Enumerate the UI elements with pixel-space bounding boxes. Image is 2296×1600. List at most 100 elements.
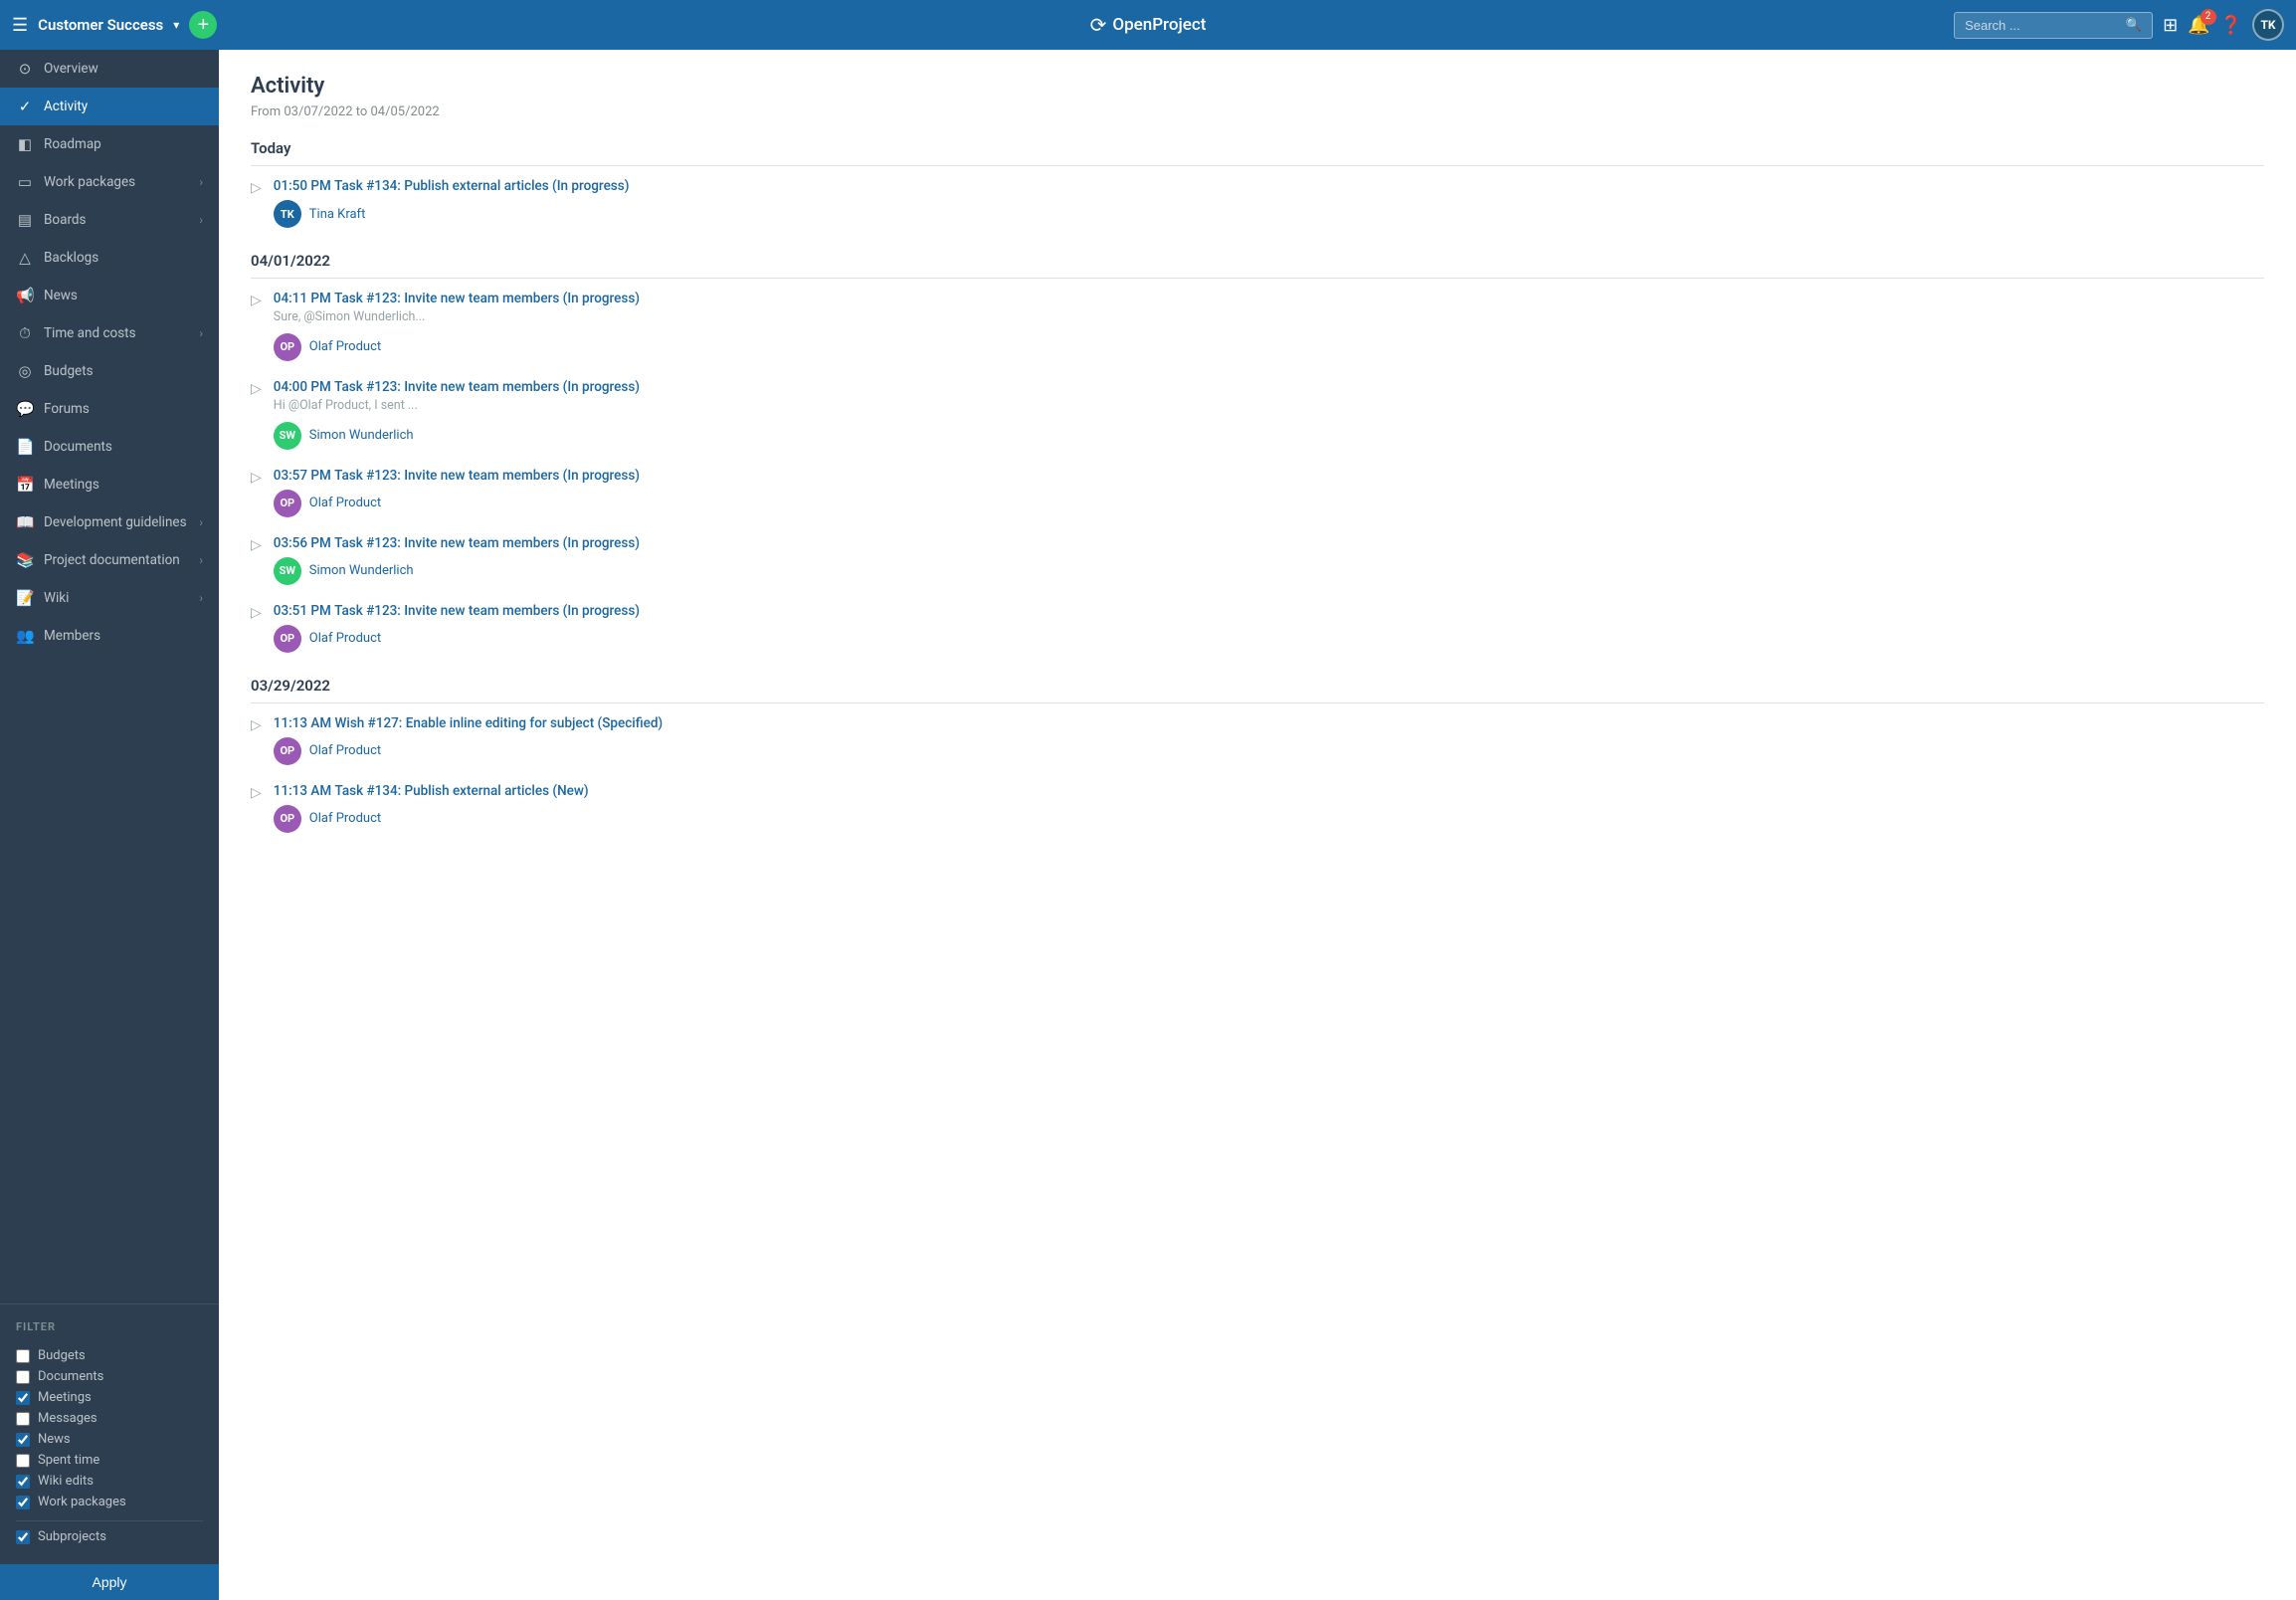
filter-item-messages[interactable]: Messages [16, 1408, 203, 1429]
filter-section: FILTER Budgets Documents Meetings Messag… [0, 1303, 219, 1564]
activity-line-item3: 04:00 PM Task #123: Invite new team memb… [274, 379, 2264, 395]
filter-checkbox-documents[interactable] [16, 1370, 30, 1384]
sidebar-item-backlogs[interactable]: △ Backlogs [0, 239, 219, 277]
filter-checkbox-messages[interactable] [16, 1412, 30, 1426]
activity-link-item5[interactable]: Task #123: Invite new team members (In p… [334, 535, 640, 551]
sidebar-label-overview: Overview [44, 61, 203, 77]
sidebar-item-members[interactable]: 👥 Members [0, 617, 219, 655]
add-button[interactable]: + [189, 11, 217, 39]
filter-label-budgets: Budgets [38, 1348, 86, 1363]
filter-checkbox-spent-time[interactable] [16, 1454, 30, 1468]
activity-user-item2: OP Olaf Product [274, 333, 2264, 361]
project-dropdown-icon[interactable]: ▾ [173, 18, 179, 32]
activity-preview-item3: Hi @Olaf Product, I sent ... [274, 397, 2264, 416]
user-name-item4[interactable]: Olaf Product [309, 496, 381, 510]
activity-link-item7[interactable]: Wish #127: Enable inline editing for sub… [335, 715, 664, 731]
subprojects-checkbox[interactable] [16, 1530, 30, 1544]
filter-item-documents[interactable]: Documents [16, 1366, 203, 1387]
sidebar-item-documents[interactable]: 📄 Documents [0, 428, 219, 466]
sidebar-item-time-and-costs[interactable]: ⏱ Time and costs › [0, 314, 219, 352]
app-name: OpenProject [1112, 15, 1206, 35]
sidebar-item-overview[interactable]: ⊙ Overview [0, 50, 219, 88]
activity-link-item4[interactable]: Task #123: Invite new team members (In p… [334, 468, 640, 484]
subprojects-item[interactable]: Subprojects [16, 1520, 203, 1548]
search-box[interactable]: 🔍 [1954, 12, 2153, 39]
sidebar-item-development-guidelines[interactable]: 📖 Development guidelines › [0, 503, 219, 541]
activity-link-item1[interactable]: Task #134: Publish external articles (In… [334, 178, 629, 194]
activity-line-item8: 11:13 AM Task #134: Publish external art… [274, 783, 2264, 799]
user-name-item5[interactable]: Simon Wunderlich [309, 563, 414, 578]
activity-user-item1: TK Tina Kraft [274, 200, 2264, 228]
activity-body-item5: 03:56 PM Task #123: Invite new team memb… [274, 535, 2264, 585]
activity-link-item2[interactable]: Task #123: Invite new team members (In p… [334, 291, 640, 306]
sidebar-item-meetings[interactable]: 📅 Meetings [0, 466, 219, 503]
filter-item-work-packages[interactable]: Work packages [16, 1492, 203, 1512]
activity-time-item5: 03:56 PM [274, 535, 331, 551]
sidebar-icon-meetings: 📅 [16, 476, 34, 494]
user-name-item7[interactable]: Olaf Product [309, 743, 381, 758]
notifications-icon[interactable]: 🔔 2 [2188, 15, 2209, 36]
user-name-item6[interactable]: Olaf Product [309, 631, 381, 646]
sidebar-icon-overview: ⊙ [16, 60, 34, 78]
activity-body-item8: 11:13 AM Task #134: Publish external art… [274, 783, 2264, 833]
filter-checkbox-meetings[interactable] [16, 1391, 30, 1405]
sidebar-arrow-project-documentation: › [199, 553, 203, 567]
sidebar-item-work-packages[interactable]: ▭ Work packages › [0, 163, 219, 201]
user-name-item1[interactable]: Tina Kraft [309, 207, 366, 222]
hamburger-icon[interactable]: ☰ [12, 15, 28, 36]
filter-item-budgets[interactable]: Budgets [16, 1345, 203, 1366]
filter-checkbox-news[interactable] [16, 1433, 30, 1447]
activity-type-icon-item4: ▷ [251, 470, 262, 486]
activity-body-item4: 03:57 PM Task #123: Invite new team memb… [274, 468, 2264, 517]
filter-item-news[interactable]: News [16, 1429, 203, 1450]
user-avatar-item2: OP [274, 333, 301, 361]
sidebar: ⊙ Overview ✓ Activity ◧ Roadmap ▭ Work p… [0, 50, 219, 1600]
filter-checkbox-budgets[interactable] [16, 1349, 30, 1363]
sidebar-label-news: News [44, 288, 203, 303]
sidebar-item-news[interactable]: 📢 News [0, 277, 219, 314]
user-name-item2[interactable]: Olaf Product [309, 339, 381, 354]
sidebar-icon-work-packages: ▭ [16, 173, 34, 191]
filter-title: FILTER [16, 1320, 203, 1333]
activity-item-item7: ▷ 11:13 AM Wish #127: Enable inline edit… [251, 715, 2264, 765]
sidebar-item-activity[interactable]: ✓ Activity [0, 88, 219, 125]
day-section-mar-29: 03/29/2022 ▷ 11:13 AM Wish #127: Enable … [251, 677, 2264, 833]
activity-link-item6[interactable]: Task #123: Invite new team members (In p… [334, 603, 640, 619]
project-name[interactable]: Customer Success [38, 16, 163, 34]
filter-item-wiki-edits[interactable]: Wiki edits [16, 1471, 203, 1492]
sidebar-item-roadmap[interactable]: ◧ Roadmap [0, 125, 219, 163]
sidebar-arrow-development-guidelines: › [199, 515, 203, 529]
sidebar-item-boards[interactable]: ▤ Boards › [0, 201, 219, 239]
filter-label-meetings: Meetings [38, 1390, 92, 1405]
sidebar-item-wiki[interactable]: 📝 Wiki › [0, 579, 219, 617]
sidebar-arrow-boards: › [199, 213, 203, 227]
activity-type-icon-item6: ▷ [251, 605, 262, 621]
filter-checkbox-wiki-edits[interactable] [16, 1475, 30, 1489]
user-avatar-top[interactable]: TK [2252, 9, 2284, 41]
filter-label-work-packages: Work packages [38, 1495, 126, 1509]
sidebar-item-project-documentation[interactable]: 📚 Project documentation › [0, 541, 219, 579]
activity-link-item3[interactable]: Task #123: Invite new team members (In p… [334, 379, 640, 395]
apply-button[interactable]: Apply [0, 1564, 219, 1600]
activity-body-item2: 04:11 PM Task #123: Invite new team memb… [274, 291, 2264, 361]
sidebar-item-forums[interactable]: 💬 Forums [0, 390, 219, 428]
activity-link-item8[interactable]: Task #134: Publish external articles (Ne… [335, 783, 589, 799]
help-icon[interactable]: ❓ [2220, 15, 2242, 36]
filter-item-spent-time[interactable]: Spent time [16, 1450, 203, 1471]
activity-user-item5: SW Simon Wunderlich [274, 557, 2264, 585]
user-name-item8[interactable]: Olaf Product [309, 811, 381, 826]
sidebar-item-budgets[interactable]: ◎ Budgets [0, 352, 219, 390]
activity-type-icon-item7: ▷ [251, 717, 262, 733]
activity-time-item4: 03:57 PM [274, 468, 331, 484]
notification-badge: 2 [2200, 9, 2216, 25]
activity-line-item7: 11:13 AM Wish #127: Enable inline editin… [274, 715, 2264, 731]
search-input[interactable] [1965, 18, 2120, 33]
sidebar-arrow-time-and-costs: › [199, 326, 203, 340]
filter-item-meetings[interactable]: Meetings [16, 1387, 203, 1408]
filter-checkbox-work-packages[interactable] [16, 1496, 30, 1509]
activity-body-item1: 01:50 PM Task #134: Publish external art… [274, 178, 2264, 228]
grid-icon[interactable]: ⊞ [2163, 15, 2178, 36]
sidebar-arrow-work-packages: › [199, 175, 203, 189]
activity-user-item7: OP Olaf Product [274, 737, 2264, 765]
user-name-item3[interactable]: Simon Wunderlich [309, 428, 414, 443]
